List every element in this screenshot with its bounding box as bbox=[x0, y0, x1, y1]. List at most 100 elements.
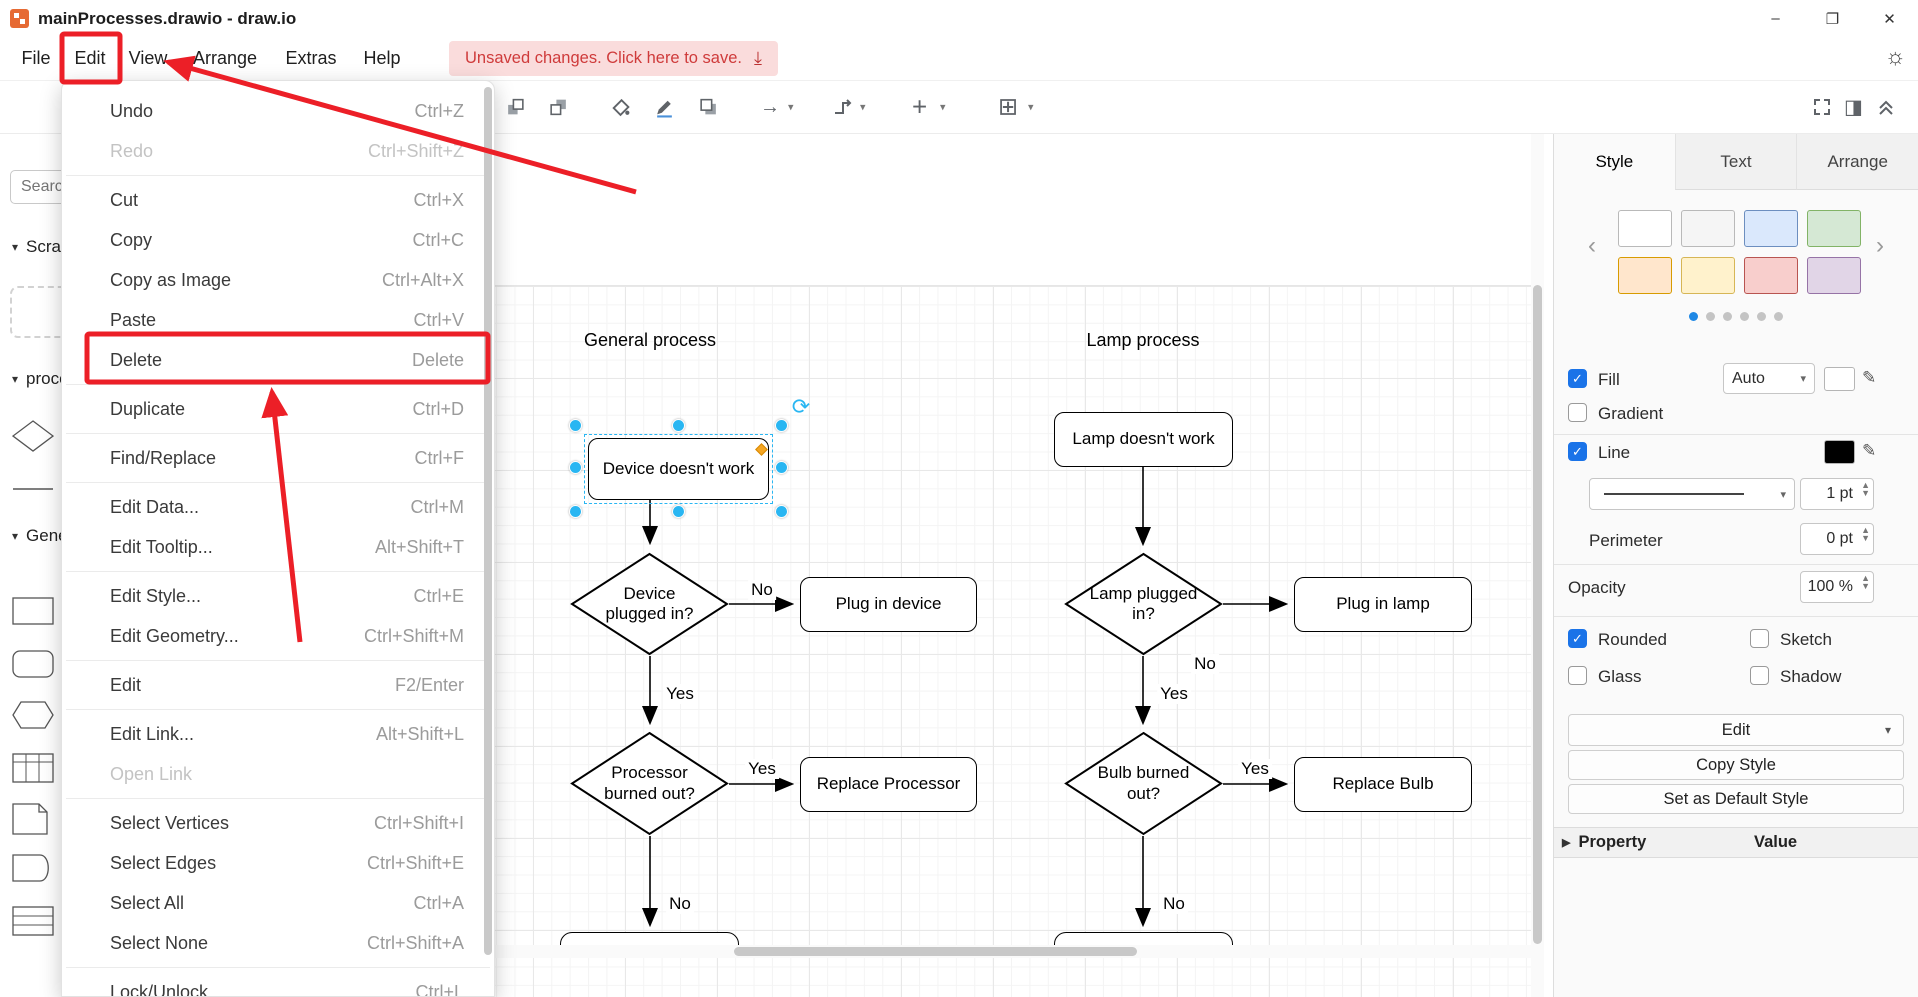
shape-preview-line[interactable] bbox=[12, 486, 54, 492]
shadow-icon[interactable] bbox=[698, 97, 719, 118]
rounded-checkbox[interactable]: ✓ bbox=[1568, 629, 1587, 648]
line-color-icon[interactable] bbox=[654, 97, 675, 118]
selection-handle-nw[interactable] bbox=[569, 419, 582, 432]
gradient-checkbox[interactable] bbox=[1568, 403, 1587, 422]
perimeter-input[interactable]: 0 pt ▲▼ bbox=[1800, 523, 1874, 555]
edge-label-yes[interactable]: Yes bbox=[745, 759, 779, 779]
shape-preview-rectangle[interactable] bbox=[12, 597, 54, 625]
vertical-scroll-thumb[interactable] bbox=[1533, 285, 1542, 944]
selection-handle-w[interactable] bbox=[569, 461, 582, 474]
node-processor-burned-out[interactable]: Processor burned out? bbox=[570, 731, 729, 836]
shape-preview-note[interactable] bbox=[12, 803, 48, 835]
menu-item-select-edges[interactable]: Select EdgesCtrl+Shift+E bbox=[62, 843, 494, 883]
restore-button[interactable]: ❐ bbox=[1804, 0, 1861, 37]
style-swatch-blue[interactable] bbox=[1744, 210, 1798, 247]
node-replace-processor[interactable]: Replace Processor bbox=[800, 757, 977, 812]
selection-handle-n[interactable] bbox=[672, 419, 685, 432]
shadow-checkbox[interactable] bbox=[1750, 666, 1769, 685]
shape-preview-delay[interactable] bbox=[12, 854, 54, 882]
menu-item-edit[interactable]: EditF2/Enter bbox=[62, 665, 494, 705]
set-default-style-button[interactable]: Set as Default Style bbox=[1568, 784, 1904, 814]
page-dot[interactable] bbox=[1706, 312, 1715, 321]
page-dot[interactable] bbox=[1723, 312, 1732, 321]
menu-item-select-vertices[interactable]: Select VerticesCtrl+Shift+I bbox=[62, 803, 494, 843]
to-back-icon[interactable] bbox=[548, 97, 569, 118]
line-width-input[interactable]: 1 pt ▲▼ bbox=[1800, 478, 1874, 510]
edge-label-yes[interactable]: Yes bbox=[663, 684, 697, 704]
style-swatch-green[interactable] bbox=[1807, 210, 1861, 247]
opacity-input[interactable]: 100 % ▲▼ bbox=[1800, 571, 1874, 603]
expand-icon[interactable]: ▶ bbox=[1562, 836, 1570, 849]
menu-item-cut[interactable]: CutCtrl+X bbox=[62, 180, 494, 220]
style-swatch-none[interactable] bbox=[1618, 210, 1672, 247]
diagram-title-general[interactable]: General process bbox=[560, 330, 740, 351]
edge-label-yes[interactable]: Yes bbox=[1157, 684, 1191, 704]
page-dot[interactable] bbox=[1689, 312, 1698, 321]
menu-item-find-replace[interactable]: Find/ReplaceCtrl+F bbox=[62, 438, 494, 478]
edge-label-no[interactable]: No bbox=[666, 894, 694, 914]
stepper-icons[interactable]: ▲▼ bbox=[1861, 526, 1870, 542]
selection-handle-ne[interactable] bbox=[775, 419, 788, 432]
menu-file[interactable]: File bbox=[14, 37, 58, 80]
menu-item-paste[interactable]: PasteCtrl+V bbox=[62, 300, 494, 340]
shape-preview-diamond[interactable] bbox=[12, 420, 54, 452]
menu-extras[interactable]: Extras bbox=[276, 37, 346, 80]
palette-prev-icon[interactable]: ‹ bbox=[1588, 234, 1596, 258]
collapse-toolbar-icon[interactable] bbox=[1876, 97, 1896, 117]
palette-next-icon[interactable]: › bbox=[1876, 234, 1884, 258]
diagram-title-lamp[interactable]: Lamp process bbox=[1053, 330, 1233, 351]
sketch-checkbox[interactable] bbox=[1750, 629, 1769, 648]
fill-color-icon[interactable] bbox=[610, 97, 631, 118]
fill-edit-icon[interactable]: ✎ bbox=[1862, 368, 1876, 388]
line-style-select[interactable]: ▾ bbox=[1589, 478, 1795, 510]
waypoints-icon[interactable] bbox=[832, 96, 854, 118]
page-dot[interactable] bbox=[1757, 312, 1766, 321]
canvas-vertical-scrollbar[interactable] bbox=[1531, 134, 1544, 997]
line-checkbox[interactable]: ✓ bbox=[1568, 442, 1587, 461]
menu-item-edit-link[interactable]: Edit Link...Alt+Shift+L bbox=[62, 714, 494, 754]
menu-item-select-none[interactable]: Select NoneCtrl+Shift+A bbox=[62, 923, 494, 963]
fill-mode-select[interactable]: Auto ▾ bbox=[1723, 363, 1815, 394]
menu-scrollbar-thumb[interactable] bbox=[484, 87, 492, 955]
menu-item-duplicate[interactable]: DuplicateCtrl+D bbox=[62, 389, 494, 429]
node-lamp-doesnt-work[interactable]: Lamp doesn't work bbox=[1054, 412, 1233, 467]
menu-item-edit-data[interactable]: Edit Data...Ctrl+M bbox=[62, 487, 494, 527]
shape-preview-table[interactable] bbox=[12, 753, 54, 783]
tab-text[interactable]: Text bbox=[1675, 134, 1797, 190]
shape-preview-rounded-rectangle[interactable] bbox=[12, 650, 54, 678]
theme-toggle-icon[interactable]: ☼ bbox=[1885, 45, 1906, 68]
edge-label-no[interactable]: No bbox=[1160, 894, 1188, 914]
line-color-well[interactable] bbox=[1824, 440, 1855, 464]
node-lamp-plugged-in[interactable]: Lamp plugged in? bbox=[1064, 552, 1223, 656]
waypoints-dropdown-icon[interactable]: ▾ bbox=[860, 101, 866, 114]
connection-dropdown-icon[interactable]: ▾ bbox=[788, 101, 794, 114]
table-dropdown-icon[interactable]: ▾ bbox=[1028, 101, 1034, 114]
page-dot[interactable] bbox=[1740, 312, 1749, 321]
table-icon[interactable]: ⊞ bbox=[998, 93, 1018, 122]
edge-label-no[interactable]: No bbox=[748, 580, 776, 600]
shape-preview-list[interactable] bbox=[12, 906, 54, 936]
style-swatch-purple[interactable] bbox=[1807, 257, 1861, 294]
edge-label-yes[interactable]: Yes bbox=[1238, 759, 1272, 779]
insert-icon[interactable]: + bbox=[912, 92, 927, 123]
node-plug-in-lamp[interactable]: Plug in lamp bbox=[1294, 577, 1472, 632]
menu-help[interactable]: Help bbox=[354, 37, 410, 80]
stepper-icons[interactable]: ▲▼ bbox=[1861, 574, 1870, 590]
menu-arrange[interactable]: Arrange bbox=[182, 37, 268, 80]
edge-label-no[interactable]: No bbox=[1191, 654, 1219, 674]
page-dot[interactable] bbox=[1774, 312, 1783, 321]
menu-item-undo[interactable]: UndoCtrl+Z bbox=[62, 91, 494, 131]
tab-style[interactable]: Style bbox=[1554, 134, 1675, 190]
close-button[interactable]: ✕ bbox=[1861, 0, 1918, 37]
to-front-icon[interactable] bbox=[505, 97, 526, 118]
unsaved-changes-button[interactable]: Unsaved changes. Click here to save. ⤓ bbox=[449, 41, 778, 76]
selection-handle-e[interactable] bbox=[775, 461, 788, 474]
menu-item-copy[interactable]: CopyCtrl+C bbox=[62, 220, 494, 260]
horizontal-scroll-thumb[interactable] bbox=[734, 947, 1137, 956]
selection-handle-se[interactable] bbox=[775, 505, 788, 518]
line-edit-icon[interactable]: ✎ bbox=[1862, 441, 1876, 461]
insert-dropdown-icon[interactable]: ▾ bbox=[940, 101, 946, 114]
tab-arrange[interactable]: Arrange bbox=[1796, 134, 1918, 190]
menu-item-edit-style[interactable]: Edit Style...Ctrl+E bbox=[62, 576, 494, 616]
menu-view[interactable]: View bbox=[122, 37, 174, 80]
